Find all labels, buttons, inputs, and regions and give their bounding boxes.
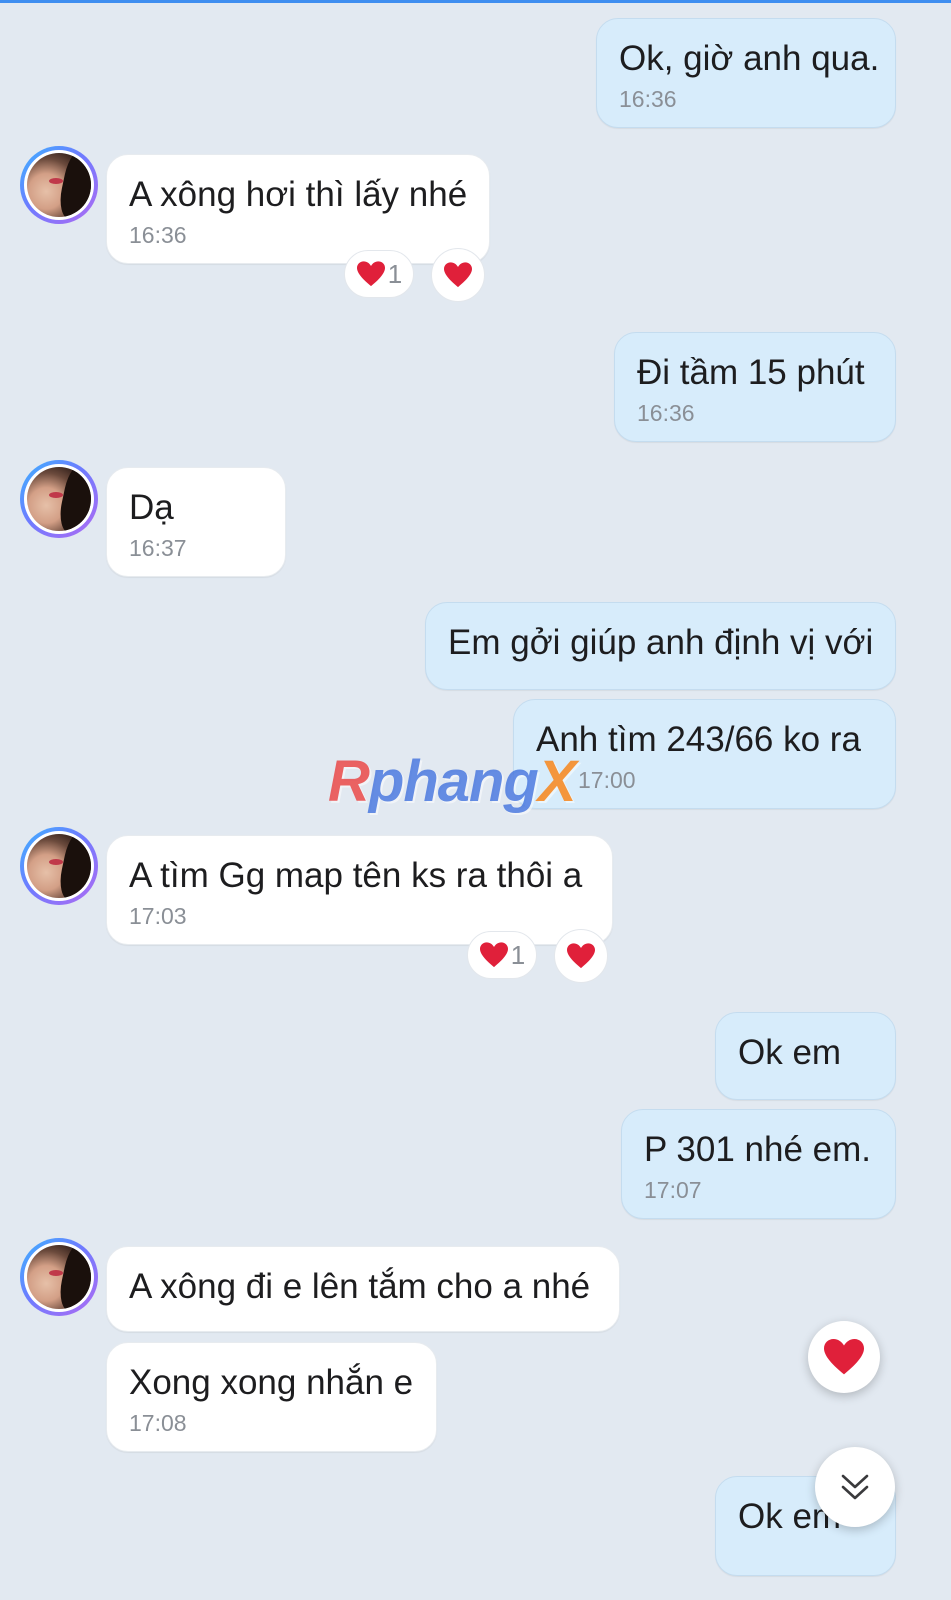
message-time: 16:36	[619, 86, 677, 112]
message-outgoing[interactable]: Em gởi giúp anh định vị với	[425, 602, 896, 690]
quick-heart-button[interactable]	[808, 1321, 880, 1393]
message-text: Ok, giờ anh qua.	[619, 39, 880, 78]
message-time: 17:07	[644, 1177, 702, 1203]
message-outgoing[interactable]: Đi tầm 15 phút 16:36	[614, 332, 896, 442]
message-text: Anh tìm 243/66 ko ra	[536, 720, 861, 759]
top-progress-line	[0, 0, 951, 3]
message-incoming[interactable]: A tìm Gg map tên ks ra thôi a 17:03	[106, 835, 613, 945]
message-incoming[interactable]: Dạ 16:37	[106, 467, 286, 577]
message-text: Xong xong nhắn e	[129, 1363, 414, 1402]
message-time: 16:36	[129, 222, 187, 248]
message-outgoing[interactable]: Anh tìm 243/66 ko ra 17:00	[513, 699, 896, 809]
heart-icon	[356, 261, 385, 287]
message-time: 17:03	[129, 903, 187, 929]
message-outgoing[interactable]: Ok, giờ anh qua. 16:36	[596, 18, 896, 128]
message-time: 17:00	[578, 767, 636, 793]
message-outgoing[interactable]: Ok em	[715, 1012, 896, 1100]
reaction-count: 1	[510, 939, 526, 970]
react-heart-button[interactable]	[554, 929, 608, 983]
message-time: 16:36	[637, 400, 695, 426]
scroll-down-button[interactable]	[815, 1447, 895, 1527]
heart-icon	[479, 942, 508, 968]
message-text: Đi tầm 15 phút	[637, 353, 865, 392]
message-text: Em gởi giúp anh định vị với	[448, 623, 874, 662]
message-text: Ok em	[738, 1033, 842, 1072]
reaction-count: 1	[387, 258, 403, 289]
message-outgoing[interactable]: P 301 nhé em. 17:07	[621, 1109, 896, 1219]
contact-avatar[interactable]	[20, 1238, 98, 1316]
reaction-summary[interactable]: 1	[467, 931, 537, 979]
double-chevron-down-icon	[841, 1474, 869, 1500]
reaction-summary[interactable]: 1	[344, 250, 414, 298]
message-text: P 301 nhé em.	[644, 1130, 872, 1169]
message-text: A xông hơi thì lấy nhé	[129, 175, 468, 214]
heart-icon	[444, 262, 472, 288]
contact-avatar[interactable]	[20, 827, 98, 905]
contact-avatar[interactable]	[20, 460, 98, 538]
heart-icon	[567, 943, 595, 969]
heart-icon	[824, 1339, 864, 1375]
message-text: Dạ	[129, 488, 174, 527]
react-heart-button[interactable]	[431, 248, 485, 302]
message-incoming[interactable]: Xong xong nhắn e 17:08	[106, 1342, 437, 1452]
message-text: A tìm Gg map tên ks ra thôi a	[129, 856, 583, 895]
contact-avatar[interactable]	[20, 146, 98, 224]
message-incoming[interactable]: A xông đi e lên tắm cho a nhé	[106, 1246, 620, 1332]
message-time: 17:08	[129, 1410, 187, 1436]
message-incoming[interactable]: A xông hơi thì lấy nhé 16:36	[106, 154, 490, 264]
message-time: 16:37	[129, 535, 187, 561]
message-text: A xông đi e lên tắm cho a nhé	[129, 1267, 591, 1306]
